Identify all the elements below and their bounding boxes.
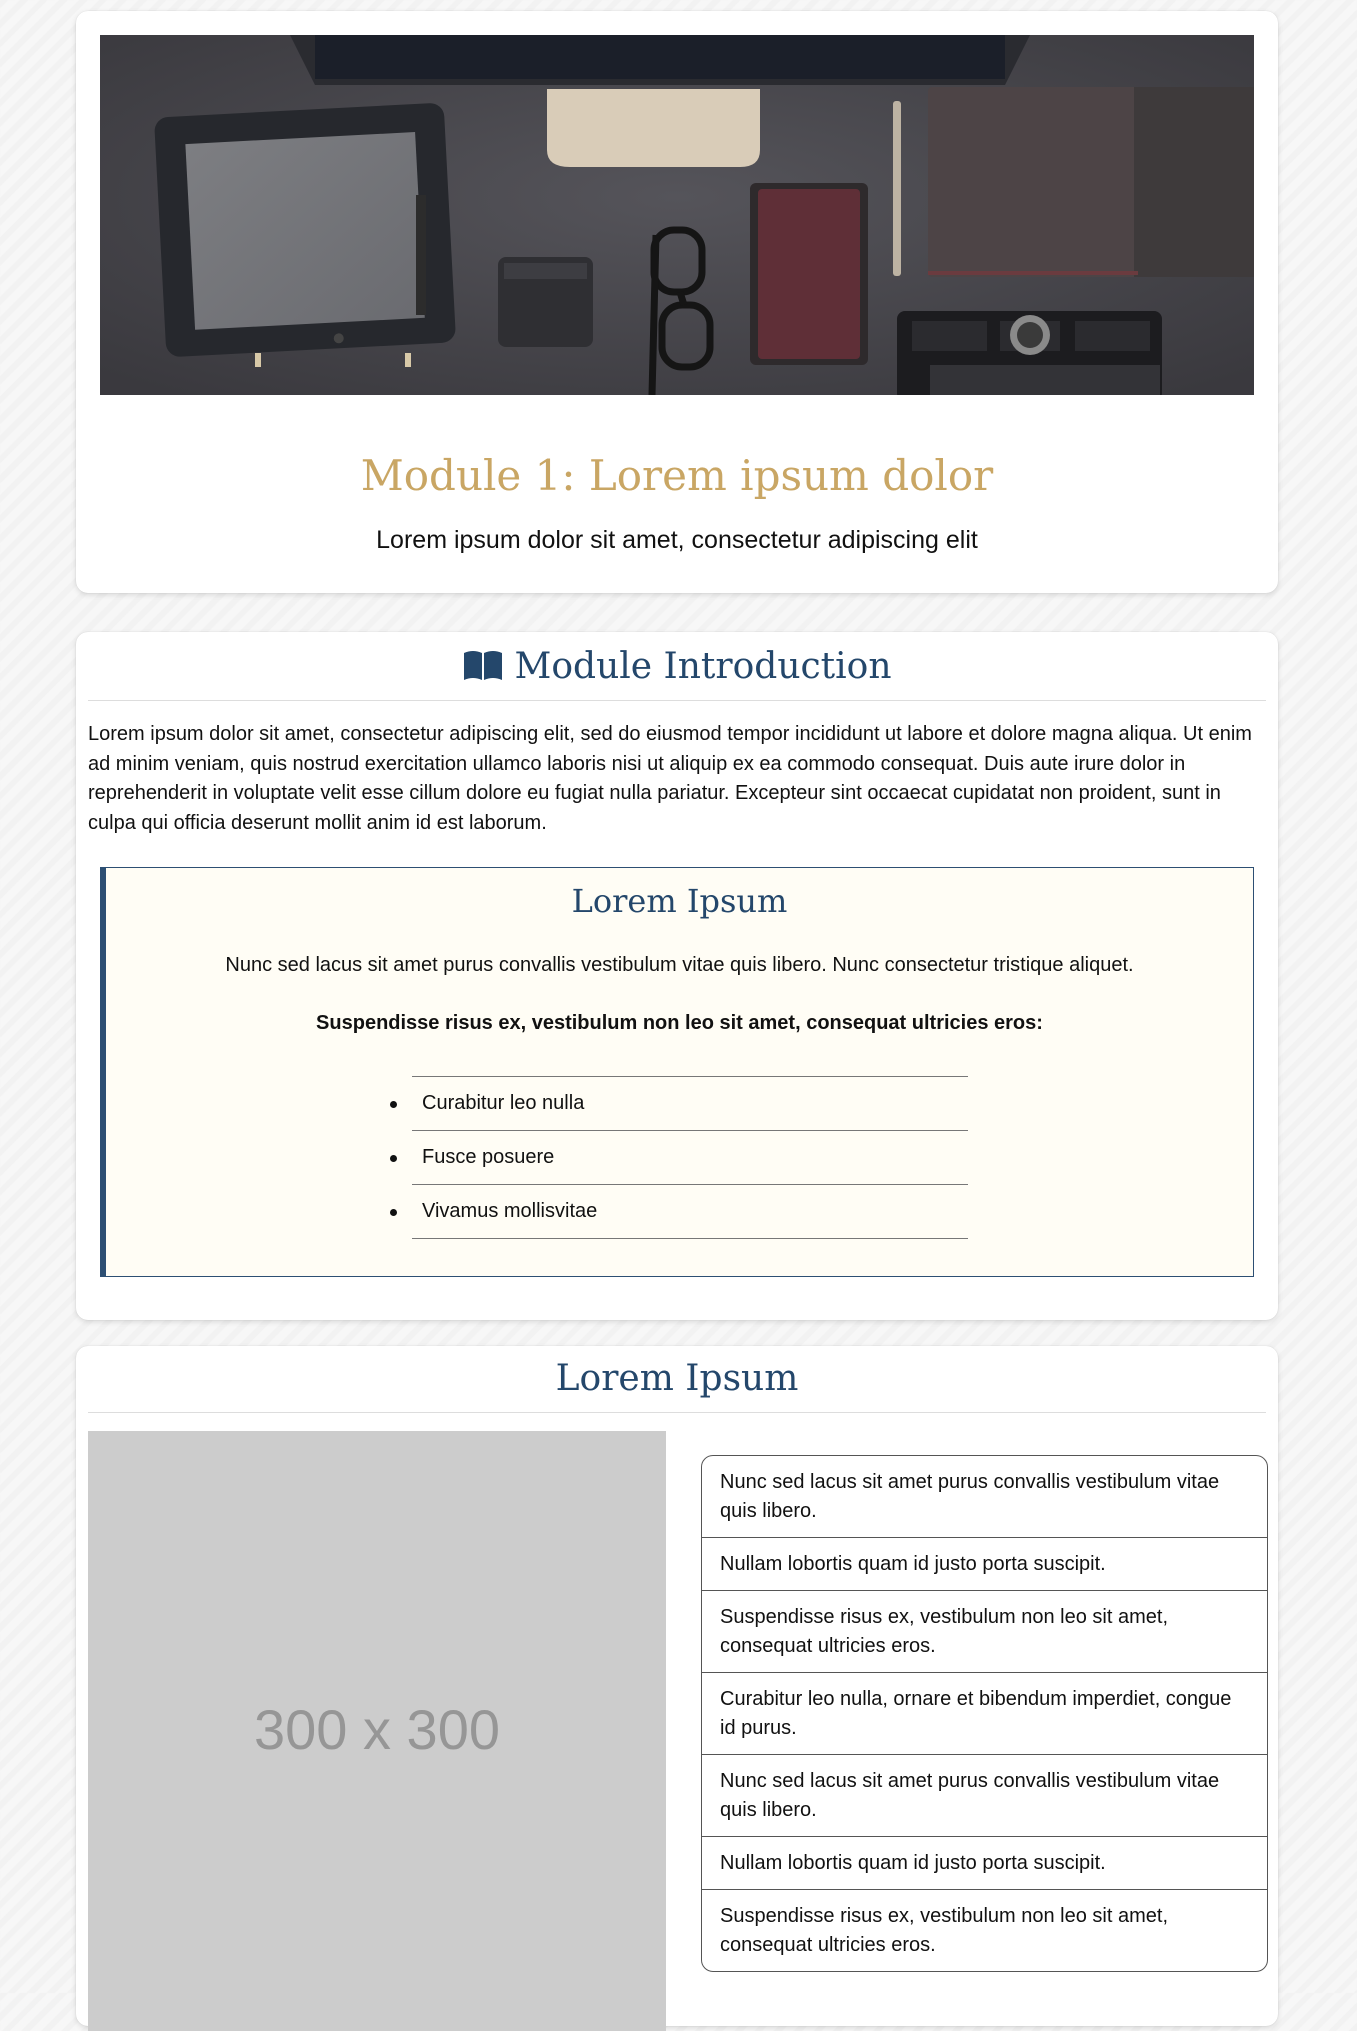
hero-card: Module 1: Lorem ipsum dolor Lorem ipsum … — [76, 11, 1278, 593]
book-open-icon — [462, 649, 504, 690]
bullet-icon — [390, 1209, 397, 1216]
hero-image — [100, 35, 1254, 395]
module-title: Module 1: Lorem ipsum dolor — [360, 451, 994, 500]
list-group-item: Nunc sed lacus sit amet purus convallis … — [702, 1456, 1267, 1538]
list-item-text: Vivamus mollisvitae — [422, 1200, 598, 1222]
intro-paragraph: Lorem ipsum dolor sit amet, consectetur … — [88, 723, 1252, 834]
lorem-ipsum-card: Lorem Ipsum 300 x 300 Nunc sed lacus sit… — [76, 1346, 1278, 2031]
callout-text: Nunc sed lacus sit amet purus convallis … — [225, 954, 1134, 976]
module-introduction-heading-text: Module Introduction — [514, 646, 892, 687]
bullet-icon — [390, 1101, 397, 1108]
placeholder-image: 300 x 300 — [88, 1431, 666, 2031]
bullet-icon — [390, 1155, 397, 1162]
module-introduction-card: Module Introduction Lorem ipsum dolor si… — [76, 632, 1278, 1320]
callout-box: Lorem Ipsum Nunc sed lacus sit amet puru… — [100, 867, 1254, 1277]
desk-photo-illustration — [100, 35, 1254, 395]
list-group-item: Suspendisse risus ex, vestibulum non leo… — [702, 1591, 1267, 1673]
module-introduction-heading: Module Introduction — [88, 646, 1266, 701]
list-item-text: Fusce posuere — [422, 1146, 555, 1168]
list-item: Fusce posuere — [390, 1131, 968, 1185]
placeholder-image-label: 300 x 300 — [254, 1698, 500, 1761]
callout-list: Curabitur leo nulla Fusce posuere Vivamu… — [390, 1076, 968, 1239]
list-item: Curabitur leo nulla — [390, 1077, 968, 1131]
list-group-item: Nullam lobortis quam id justo porta susc… — [702, 1837, 1267, 1890]
list-group-item: Curabitur leo nulla, ornare et bibendum … — [702, 1673, 1267, 1755]
callout-title: Lorem Ipsum — [571, 882, 788, 920]
section-heading: Lorem Ipsum — [88, 1358, 1266, 1413]
list-group-item: Nunc sed lacus sit amet purus convallis … — [702, 1755, 1267, 1837]
module-subtitle: Lorem ipsum dolor sit amet, consectetur … — [376, 526, 978, 554]
item-list: Nunc sed lacus sit amet purus convallis … — [701, 1455, 1268, 1972]
list-group-item: Nullam lobortis quam id justo porta susc… — [702, 1538, 1267, 1591]
list-group-item: Suspendisse risus ex, vestibulum non leo… — [720, 1905, 1168, 1956]
list-item: Vivamus mollisvitae — [390, 1185, 968, 1239]
list-item-text: Curabitur leo nulla — [422, 1092, 585, 1114]
callout-bold-text: Suspendisse risus ex, vestibulum non leo… — [316, 1012, 1043, 1034]
